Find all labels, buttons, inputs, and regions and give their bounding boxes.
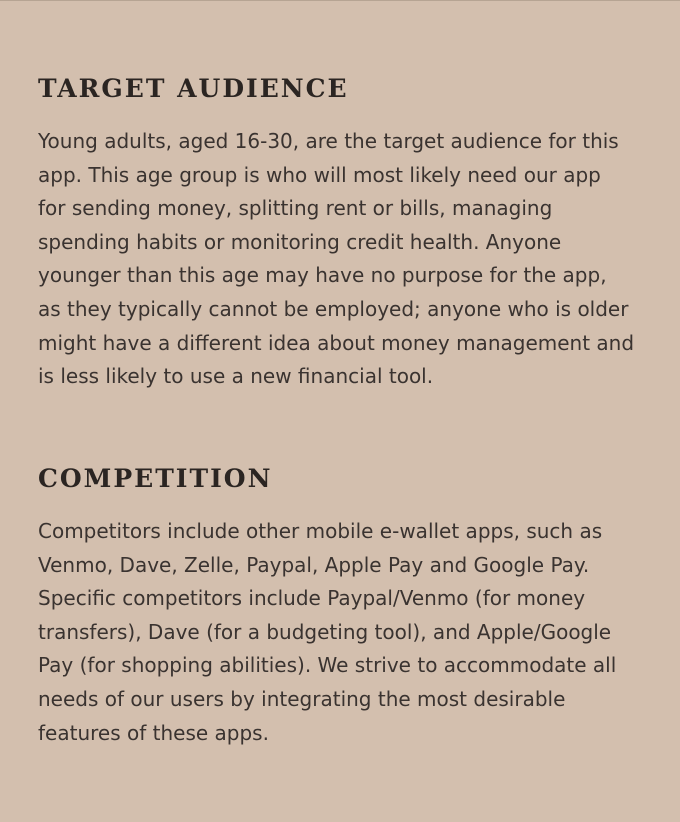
target-audience-heading: TARGET AUDIENCE [38,74,349,103]
paragraph-line: spending habits or monitoring credit hea… [38,229,562,254]
paragraph-line: might have a different idea about money … [38,330,635,355]
competition-heading: COMPETITION [38,464,273,493]
paragraph-line: younger than this age may have no purpos… [38,263,607,288]
paragraph-line: app. This age group is who will most lik… [38,162,601,187]
paragraph-line: Competitors include other mobile e-walle… [38,519,603,543]
target-audience-paragraph: Young adults, aged 16-30, are the target… [38,125,654,394]
top-divider [0,0,680,1]
paragraph-line: as they typically cannot be employed; an… [38,296,629,321]
paragraph-line: Pay (for shopping abilities). We strive … [38,653,617,678]
paragraph-line: Young adults, aged 16-30, are the target… [38,129,619,153]
competition-section: COMPETITION Competitors include other mo… [38,464,654,750]
paragraph-line: needs of our users by integrating the mo… [38,686,566,711]
target-audience-section: TARGET AUDIENCE Young adults, aged 16-30… [38,74,654,394]
paragraph-line: Specific competitors include Paypal/Venm… [38,586,586,611]
paragraph-line: features of these apps. [38,720,269,745]
competition-paragraph: Competitors include other mobile e-walle… [38,515,654,750]
paragraph-line: Venmo, Dave, Zelle, Paypal, Apple Pay an… [38,552,590,577]
paragraph-line: transfers), Dave (for a budgeting tool),… [38,619,612,644]
paragraph-line: for sending money, splitting rent or bil… [38,196,553,221]
paragraph-line: is less likely to use a new financial to… [38,364,434,389]
